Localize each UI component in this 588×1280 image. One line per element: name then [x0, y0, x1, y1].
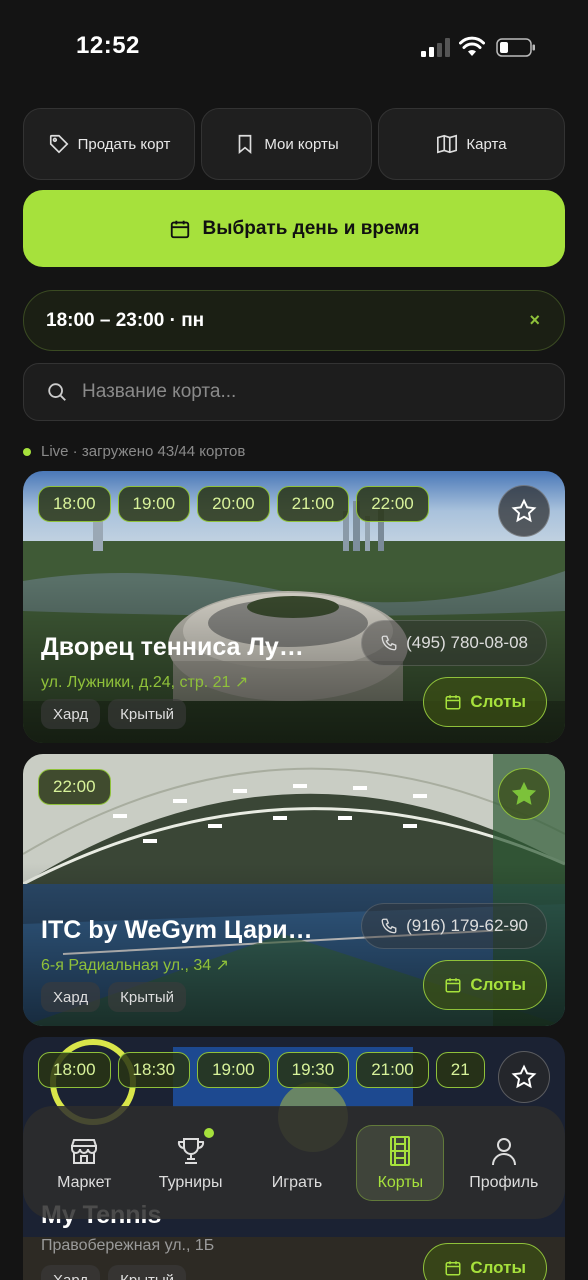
cellular-signal-icon: [421, 38, 450, 57]
wifi-icon: [459, 36, 485, 56]
calendar-icon: [445, 695, 461, 710]
phone-number: (495) 780-08-08: [406, 633, 528, 652]
court-title: Дворец тенниса Лу…: [41, 633, 304, 661]
time-slot[interactable]: 19:30: [276, 1052, 350, 1088]
nav-courts-label: Корты: [377, 1173, 424, 1191]
slots-button[interactable]: Слоты: [423, 1243, 547, 1280]
slots-button[interactable]: Слоты: [423, 677, 547, 727]
favorite-button[interactable]: [498, 485, 550, 537]
tag-surface: Хард: [41, 1265, 101, 1280]
trophy-icon: [177, 1137, 204, 1164]
tag-type: Крытый: [108, 982, 187, 1012]
map-label: Карта: [466, 135, 507, 153]
time-slots: 22:00: [38, 769, 111, 805]
map-icon: [437, 134, 458, 154]
time-slot[interactable]: 20:00: [197, 486, 270, 522]
phone-icon: [381, 918, 397, 934]
time-filter-chip[interactable]: 18:00 – 23:00 · пн ×: [23, 290, 565, 351]
nav-tournaments-label: Турниры: [158, 1173, 223, 1191]
tennis-ball-icon: [280, 1134, 314, 1168]
choose-date-time-button[interactable]: Выбрать день и время: [23, 190, 565, 267]
tag-surface: Хард: [41, 699, 101, 729]
court-address-link[interactable]: 6-я Радиальная ул., 34 ↗: [41, 955, 229, 975]
nav-courts[interactable]: Корты: [356, 1124, 445, 1201]
nav-market-label: Маркет: [57, 1173, 112, 1191]
court-card[interactable]: 18:00 19:00 20:00 21:00 22:00 (495) 780-…: [23, 471, 565, 743]
time-slot[interactable]: 18:00: [38, 486, 111, 522]
sell-court-label: Продать корт: [77, 135, 171, 153]
bookmark-icon: [239, 134, 252, 155]
court-tags: Хард Крытый: [41, 1265, 187, 1280]
court-tags: Хард Крытый: [41, 699, 187, 729]
court-icon: [390, 1135, 411, 1166]
court-address-link[interactable]: ул. Лужники, д.24, стр. 21 ↗: [41, 672, 248, 692]
nav-market[interactable]: Маркет: [37, 1134, 131, 1192]
favorite-button[interactable]: [498, 768, 550, 820]
phone-button[interactable]: (495) 780-08-08: [361, 620, 547, 666]
tag-type: Крытый: [108, 1265, 187, 1280]
time-slot[interactable]: 19:00: [197, 1052, 270, 1088]
nav-play-label: Играть: [271, 1173, 323, 1191]
battery-icon: [496, 38, 535, 57]
live-status-text: Live · загружено 43/44 кортов: [41, 443, 246, 460]
notification-dot-icon: [203, 1127, 214, 1138]
court-address-link[interactable]: Правобережная ул., 1Б: [41, 1237, 214, 1255]
time-slot[interactable]: 18:00: [38, 1052, 111, 1088]
slots-label: Слоты: [470, 975, 526, 994]
favorite-button[interactable]: [498, 1051, 550, 1103]
time-slot[interactable]: 21:00: [276, 486, 350, 522]
my-courts-label: Мои корты: [264, 135, 339, 153]
phone-icon: [381, 635, 397, 651]
nav-tournaments[interactable]: Турниры: [144, 1127, 238, 1192]
search-input[interactable]: [82, 381, 522, 403]
time-slot[interactable]: 22:00: [38, 769, 111, 805]
star-outline-icon: [511, 498, 537, 523]
search-bar[interactable]: [23, 363, 565, 421]
nav-profile[interactable]: Профиль: [457, 1134, 551, 1192]
calendar-icon: [445, 1261, 461, 1276]
map-button[interactable]: Карта: [378, 108, 565, 180]
time-slot[interactable]: 22:00: [356, 486, 429, 522]
store-icon: [71, 1138, 98, 1164]
clock: 12:52: [76, 32, 140, 59]
time-slot[interactable]: 21: [435, 1052, 485, 1088]
tag-type: Крытый: [108, 699, 187, 729]
court-tags: Хард Крытый: [41, 982, 187, 1012]
phone-number: (916) 179-62-90: [406, 916, 528, 935]
slots-button[interactable]: Слоты: [423, 960, 547, 1010]
my-courts-button[interactable]: Мои корты: [201, 108, 372, 180]
star-outline-icon: [511, 1064, 537, 1089]
time-slots: 18:00 19:00 20:00 21:00 22:00: [38, 486, 429, 522]
time-slots: 18:00 18:30 19:00 19:30 21:00 21: [38, 1052, 485, 1088]
search-icon: [48, 383, 66, 401]
time-slot[interactable]: 19:00: [117, 486, 191, 522]
status-bar: 12:52: [0, 0, 588, 96]
live-dot-icon: [23, 447, 31, 456]
slots-label: Слоты: [470, 692, 526, 711]
nav-play[interactable]: Играть: [250, 1134, 344, 1192]
time-filter-label: 18:00 – 23:00 · пн: [46, 309, 205, 331]
user-icon: [491, 1137, 516, 1165]
tag-surface: Хард: [41, 982, 101, 1012]
time-slot[interactable]: 21:00: [356, 1052, 429, 1088]
slots-label: Слоты: [470, 1258, 526, 1277]
clear-filter-icon[interactable]: ×: [529, 310, 540, 331]
time-slot[interactable]: 18:30: [117, 1052, 191, 1088]
phone-button[interactable]: (916) 179-62-90: [361, 903, 547, 949]
tag-icon: [49, 134, 69, 154]
live-status: Live · загружено 43/44 кортов: [23, 443, 245, 460]
nav-profile-label: Профиль: [469, 1173, 539, 1191]
bottom-navigation: Маркет Турниры Играть Корты Профиль: [23, 1106, 565, 1219]
sell-court-button[interactable]: Продать корт: [23, 108, 195, 180]
choose-date-time-label: Выбрать день и время: [202, 217, 420, 239]
court-title: ITC by WeGym Цари…: [41, 916, 313, 944]
calendar-icon: [445, 978, 461, 993]
calendar-icon: [170, 220, 189, 238]
star-filled-icon: [511, 781, 537, 805]
court-card[interactable]: 22:00 (916) 179-62-90 ITC by WeGym Цари……: [23, 754, 565, 1026]
